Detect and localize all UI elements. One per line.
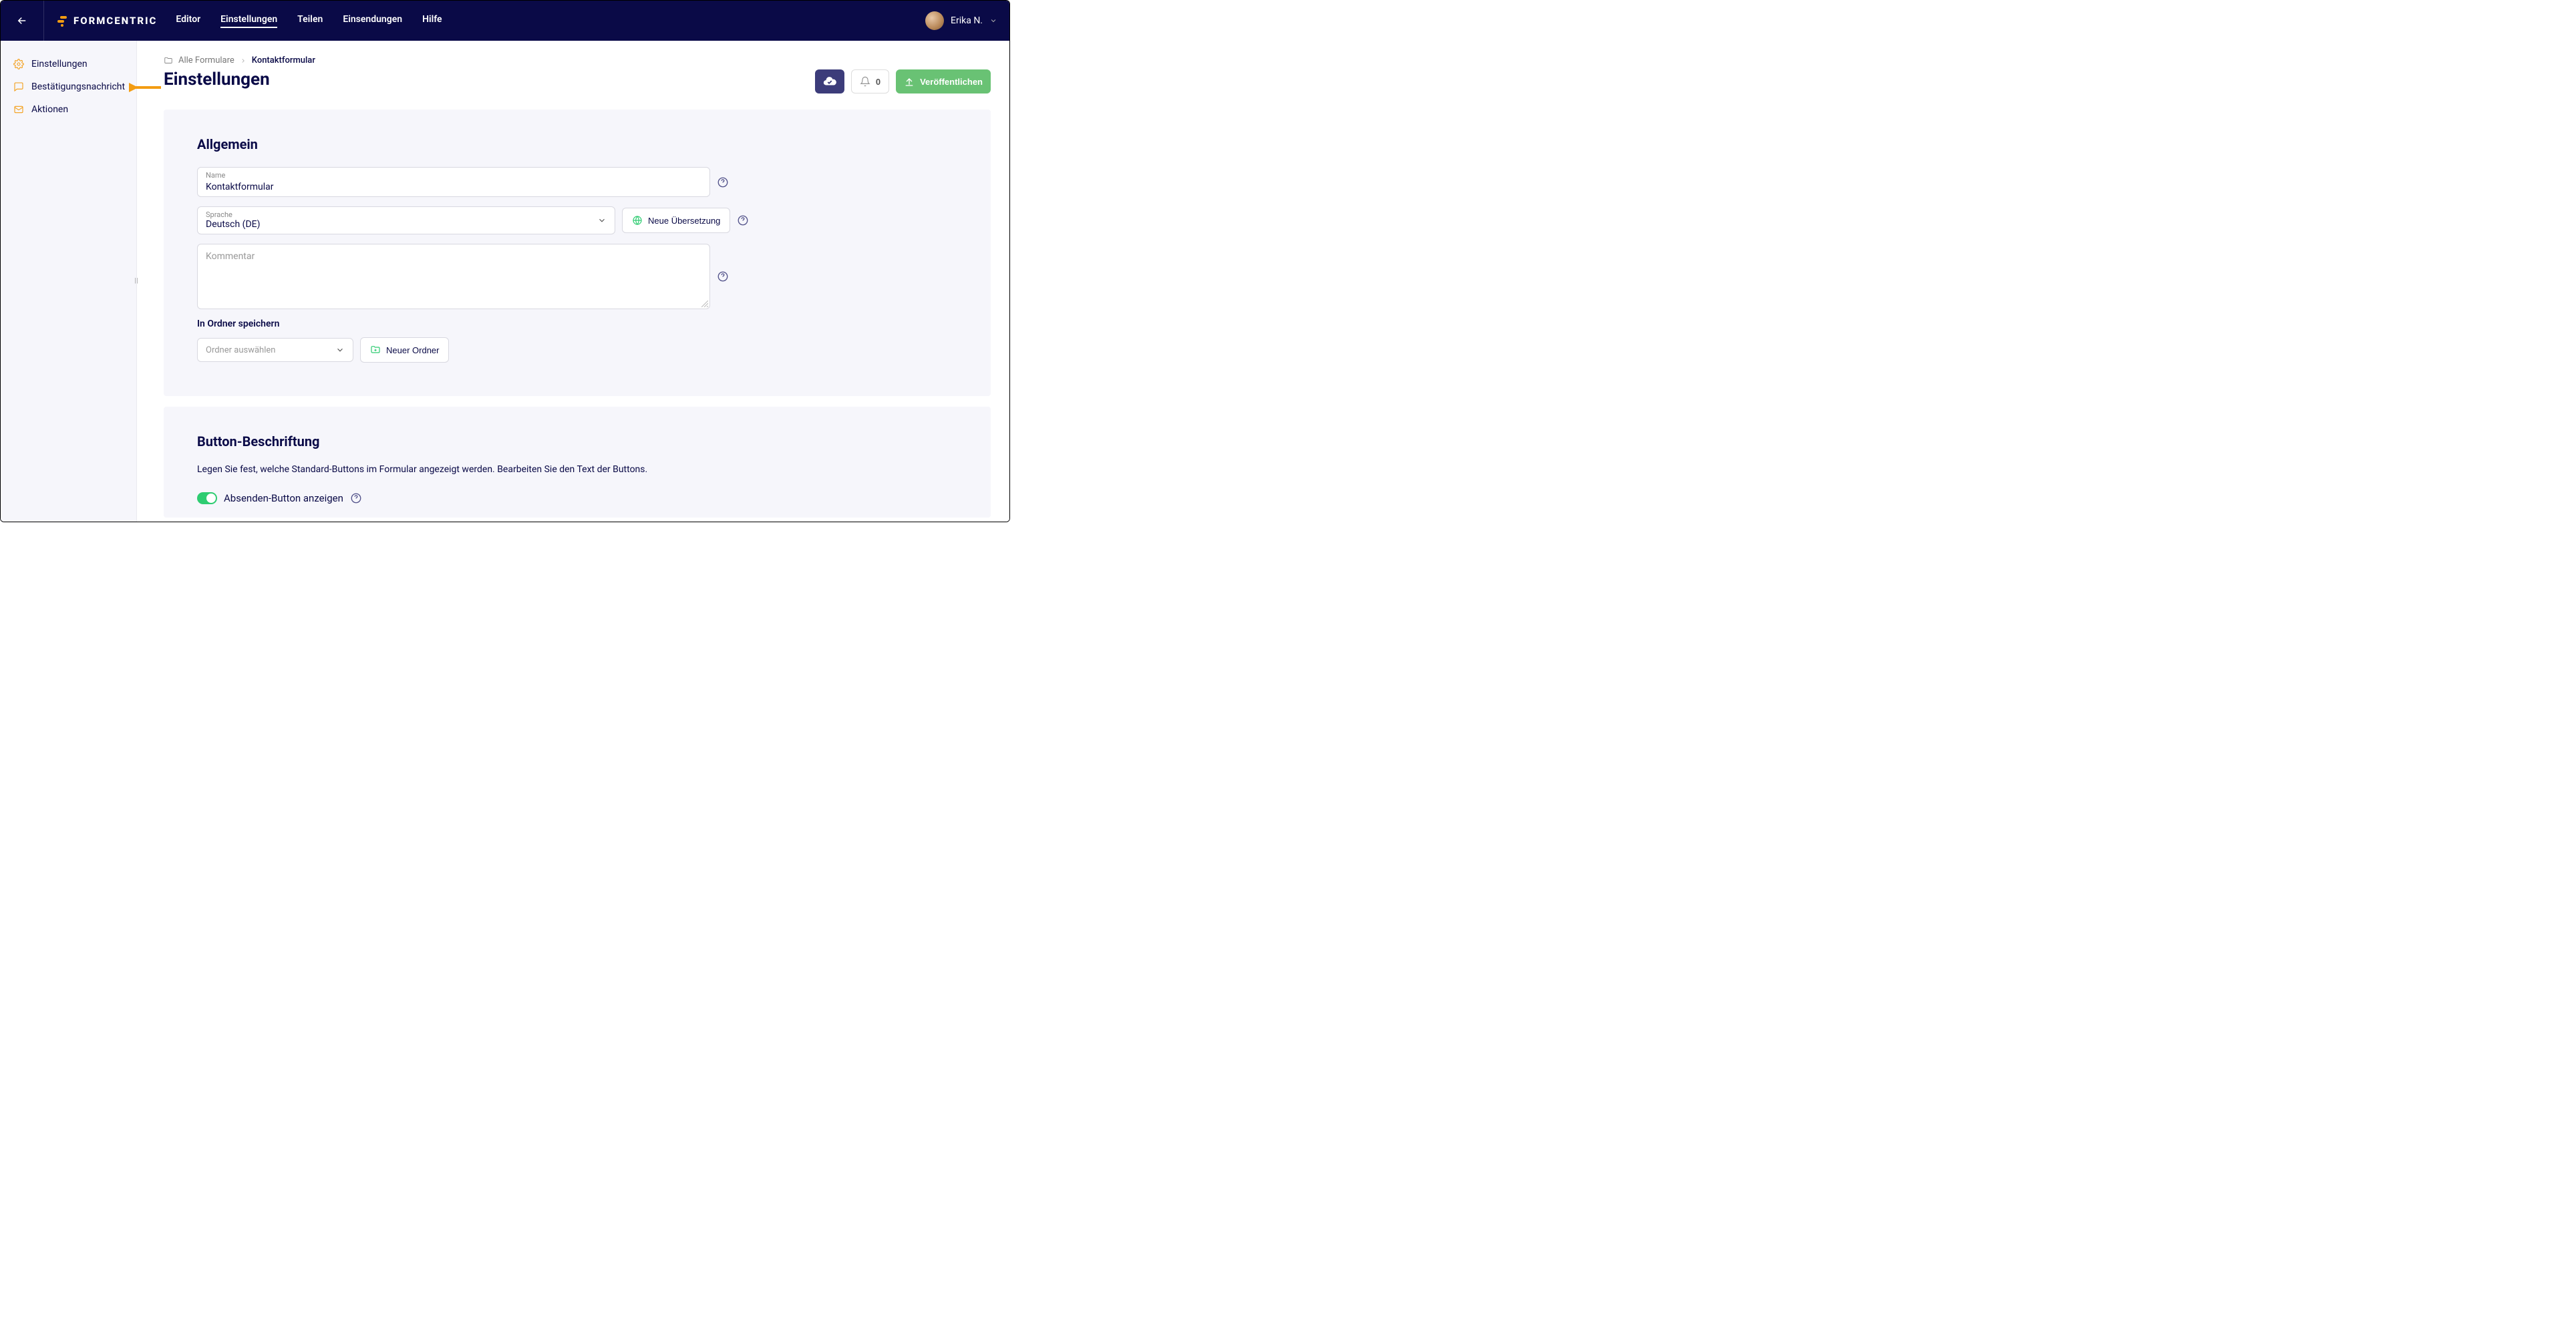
new-folder-button[interactable]: Neuer Ordner [360,337,449,363]
folder-icon [164,56,173,65]
folder-plus-icon [370,345,381,355]
folder-select[interactable]: Ordner auswählen [197,338,353,362]
resize-handle-icon [701,301,708,307]
avatar [925,11,944,30]
help-comment[interactable] [717,270,729,282]
new-translation-button[interactable]: Neue Übersetzung [622,208,730,233]
breadcrumb: Alle Formulare Kontaktformular [164,55,991,65]
chevron-down-icon [989,17,997,25]
page-title: Einstellungen [164,69,270,89]
sidebar-item-aktionen[interactable]: Aktionen [10,98,136,121]
nav-einstellungen[interactable]: Einstellungen [220,14,277,28]
mail-icon [13,104,25,116]
sidebar-resize-handle[interactable]: || [134,278,139,285]
sidebar-item-label: Einstellungen [31,59,88,69]
folder-label: In Ordner speichern [197,319,957,329]
help-submit-toggle[interactable] [350,492,362,504]
chevron-right-icon [240,57,247,64]
gear-icon [13,58,25,70]
bell-icon [860,76,870,87]
main-content: Alle Formulare Kontaktformular Einstellu… [137,41,1009,522]
upload-icon [904,76,915,87]
chevron-down-icon [335,345,345,355]
section-general-title: Allgemein [197,136,957,152]
folder-placeholder: Ordner auswählen [206,345,275,355]
section-buttons-desc: Legen Sie fest, welche Standard-Buttons … [197,464,957,475]
sidebar: Einstellungen Bestätigungsnachricht Akti… [1,41,137,522]
help-icon [717,270,729,282]
message-icon [13,81,25,93]
submit-toggle-label: Absenden-Button anzeigen [224,492,343,504]
new-translation-label: Neue Übersetzung [648,216,720,226]
language-select[interactable]: Sprache Deutsch (DE) [197,206,615,234]
help-icon [350,492,362,504]
annotation-arrow [129,81,162,97]
nav-einsendungen[interactable]: Einsendungen [343,14,402,28]
chevron-down-icon [597,216,607,225]
help-icon [737,214,749,226]
logo-mark-icon [56,15,68,27]
sidebar-item-label: Bestätigungsnachricht [31,81,125,92]
help-language[interactable] [737,214,749,226]
sidebar-item-bestaetigungsnachricht[interactable]: Bestätigungsnachricht [10,75,136,98]
nav-hilfe[interactable]: Hilfe [422,14,442,28]
notifications-count: 0 [876,77,880,87]
panel-general: Allgemein Name Sprache Deutsch (DE) [164,110,991,396]
breadcrumb-current: Kontaktformular [252,55,315,65]
section-buttons-title: Button-Beschriftung [197,433,957,449]
globe-icon [632,215,643,226]
save-cloud-button[interactable] [815,69,844,93]
user-name: Erika N. [951,15,983,26]
notifications-button[interactable]: 0 [851,69,889,93]
language-label: Sprache [206,211,597,218]
nav-editor[interactable]: Editor [176,14,200,28]
name-field-wrap[interactable]: Name [197,167,710,197]
panel-button-labels: Button-Beschriftung Legen Sie fest, welc… [164,407,991,518]
new-folder-label: Neuer Ordner [386,345,439,355]
help-name[interactable] [717,176,729,188]
brand-logo[interactable]: FORMCENTRIC [56,15,157,27]
user-menu[interactable]: Erika N. [925,11,997,30]
comment-field-wrap[interactable] [197,244,710,309]
sidebar-item-label: Aktionen [31,104,68,115]
sidebar-item-einstellungen[interactable]: Einstellungen [10,53,136,75]
breadcrumb-root[interactable]: Alle Formulare [178,55,234,65]
language-value: Deutsch (DE) [206,219,597,230]
name-input[interactable] [206,182,701,192]
back-button[interactable] [13,11,31,30]
publish-label: Veröffentlichen [920,77,983,87]
arrow-left-icon [16,15,28,27]
name-label: Name [206,172,701,179]
brand-name: FORMCENTRIC [73,15,157,27]
top-nav: Editor Einstellungen Teilen Einsendungen… [176,14,442,28]
submit-button-toggle[interactable] [197,492,217,504]
publish-button[interactable]: Veröffentlichen [896,69,991,93]
cloud-check-icon [822,74,837,89]
help-icon [717,176,729,188]
header-separator [43,1,44,41]
comment-textarea[interactable] [206,251,701,302]
nav-teilen[interactable]: Teilen [297,14,323,28]
